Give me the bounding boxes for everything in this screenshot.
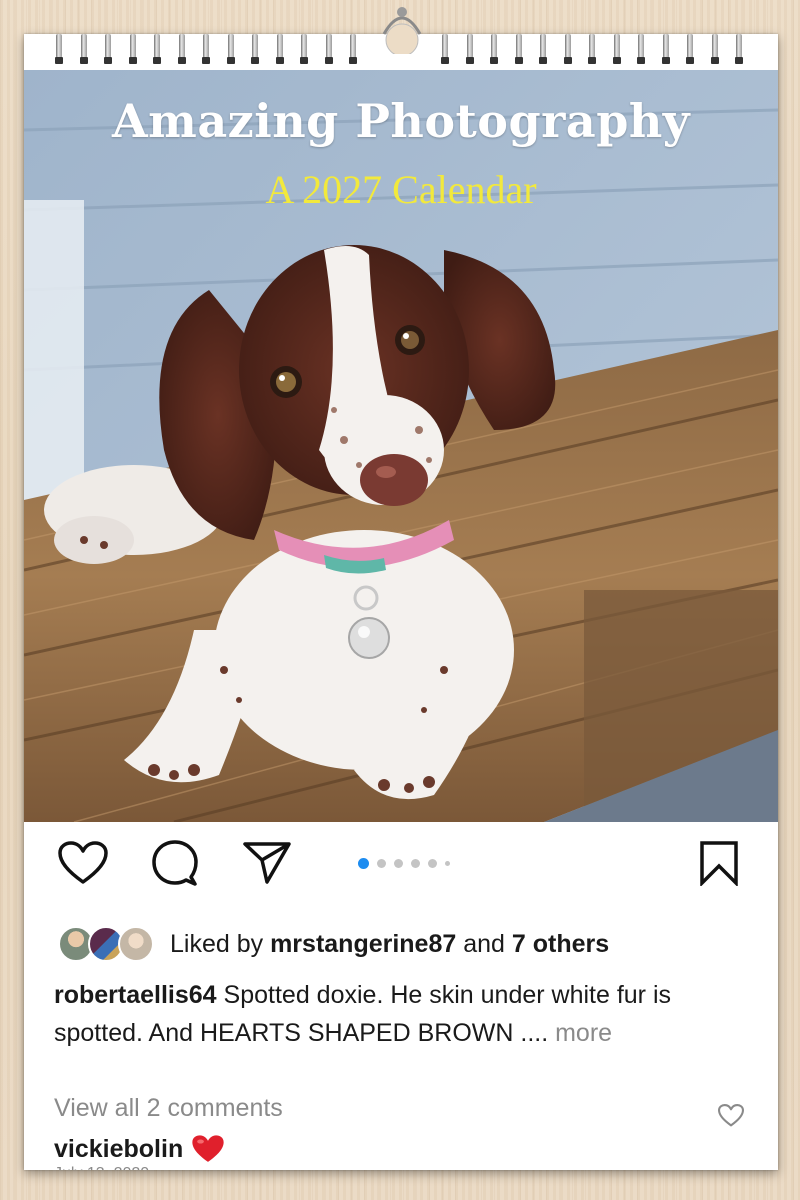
carousel-dot[interactable] bbox=[394, 859, 403, 868]
binding-ring bbox=[202, 34, 210, 64]
carousel-dot[interactable] bbox=[428, 859, 437, 868]
heart-icon bbox=[58, 841, 108, 884]
calendar-title: Amazing Photography bbox=[111, 94, 691, 148]
bookmark-icon bbox=[700, 841, 738, 886]
binding-ring bbox=[79, 34, 88, 64]
binding-ring bbox=[55, 34, 63, 64]
liked-by-prefix: Liked by bbox=[170, 929, 264, 958]
binding-ring bbox=[153, 34, 161, 64]
binding-ring bbox=[324, 34, 333, 64]
calendar-hanger bbox=[382, 7, 422, 54]
binding-ring bbox=[275, 34, 284, 64]
binding-ring bbox=[349, 34, 357, 64]
carousel-indicator bbox=[358, 858, 450, 869]
calendar-subtitle: A 2027 Calendar bbox=[265, 167, 537, 212]
binding-ring bbox=[563, 34, 572, 64]
binding-ring bbox=[514, 34, 523, 64]
carousel-dot[interactable] bbox=[411, 859, 420, 868]
comment-button[interactable] bbox=[150, 838, 200, 888]
binding-ring bbox=[441, 34, 449, 64]
binding-ring bbox=[128, 34, 137, 64]
carousel-dot[interactable] bbox=[377, 859, 386, 868]
binding-ring bbox=[735, 34, 743, 64]
post-caption: robertaellis64 Spotted doxie. He skin un… bbox=[54, 976, 754, 1052]
binding-ring bbox=[612, 34, 621, 64]
liked-by-others[interactable]: 7 others bbox=[512, 930, 609, 959]
binding-ring bbox=[588, 34, 596, 64]
liked-by-connector: and bbox=[463, 929, 505, 958]
comment-icon bbox=[152, 840, 198, 886]
binding-ring bbox=[104, 34, 112, 64]
red-heart-icon bbox=[192, 1135, 224, 1162]
binding-ring bbox=[465, 34, 474, 64]
binding-ring bbox=[661, 34, 670, 64]
liked-by-user[interactable]: mrstangerine87 bbox=[270, 930, 456, 959]
view-all-comments-link[interactable]: View all 2 comments bbox=[54, 1094, 283, 1123]
avatar[interactable] bbox=[118, 926, 154, 962]
binding-ring bbox=[490, 34, 498, 64]
like-button[interactable] bbox=[58, 838, 108, 888]
share-button[interactable] bbox=[242, 838, 292, 888]
comment-like-button[interactable] bbox=[718, 1104, 744, 1132]
likes-summary: Liked by mrstangerine87 and 7 others bbox=[58, 924, 609, 964]
binding-ring bbox=[686, 34, 694, 64]
carousel-dot[interactable] bbox=[445, 861, 450, 866]
comment-emoji bbox=[191, 1134, 225, 1164]
binding-ring bbox=[226, 34, 235, 64]
binding-ring bbox=[710, 34, 719, 64]
binding-ring bbox=[637, 34, 645, 64]
paper-plane-icon bbox=[243, 842, 291, 884]
caption-username[interactable]: robertaellis64 bbox=[54, 981, 217, 1009]
save-button[interactable] bbox=[694, 838, 744, 888]
binding-ring bbox=[539, 34, 547, 64]
binding-ring bbox=[177, 34, 186, 64]
carousel-dot[interactable] bbox=[358, 858, 369, 869]
post-date: July 13, 2020 bbox=[54, 1154, 149, 1170]
binding-ring bbox=[300, 34, 308, 64]
post-photo[interactable]: Amazing Photography A 2027 Calendar bbox=[24, 70, 778, 822]
binding-ring bbox=[251, 34, 259, 64]
post-action-bar bbox=[24, 822, 778, 902]
caption-more-link[interactable]: more bbox=[555, 1019, 612, 1047]
heart-icon bbox=[718, 1104, 744, 1127]
liker-avatars bbox=[58, 924, 158, 964]
wall-calendar: Amazing Photography A 2027 Calendar Like… bbox=[24, 7, 778, 1170]
